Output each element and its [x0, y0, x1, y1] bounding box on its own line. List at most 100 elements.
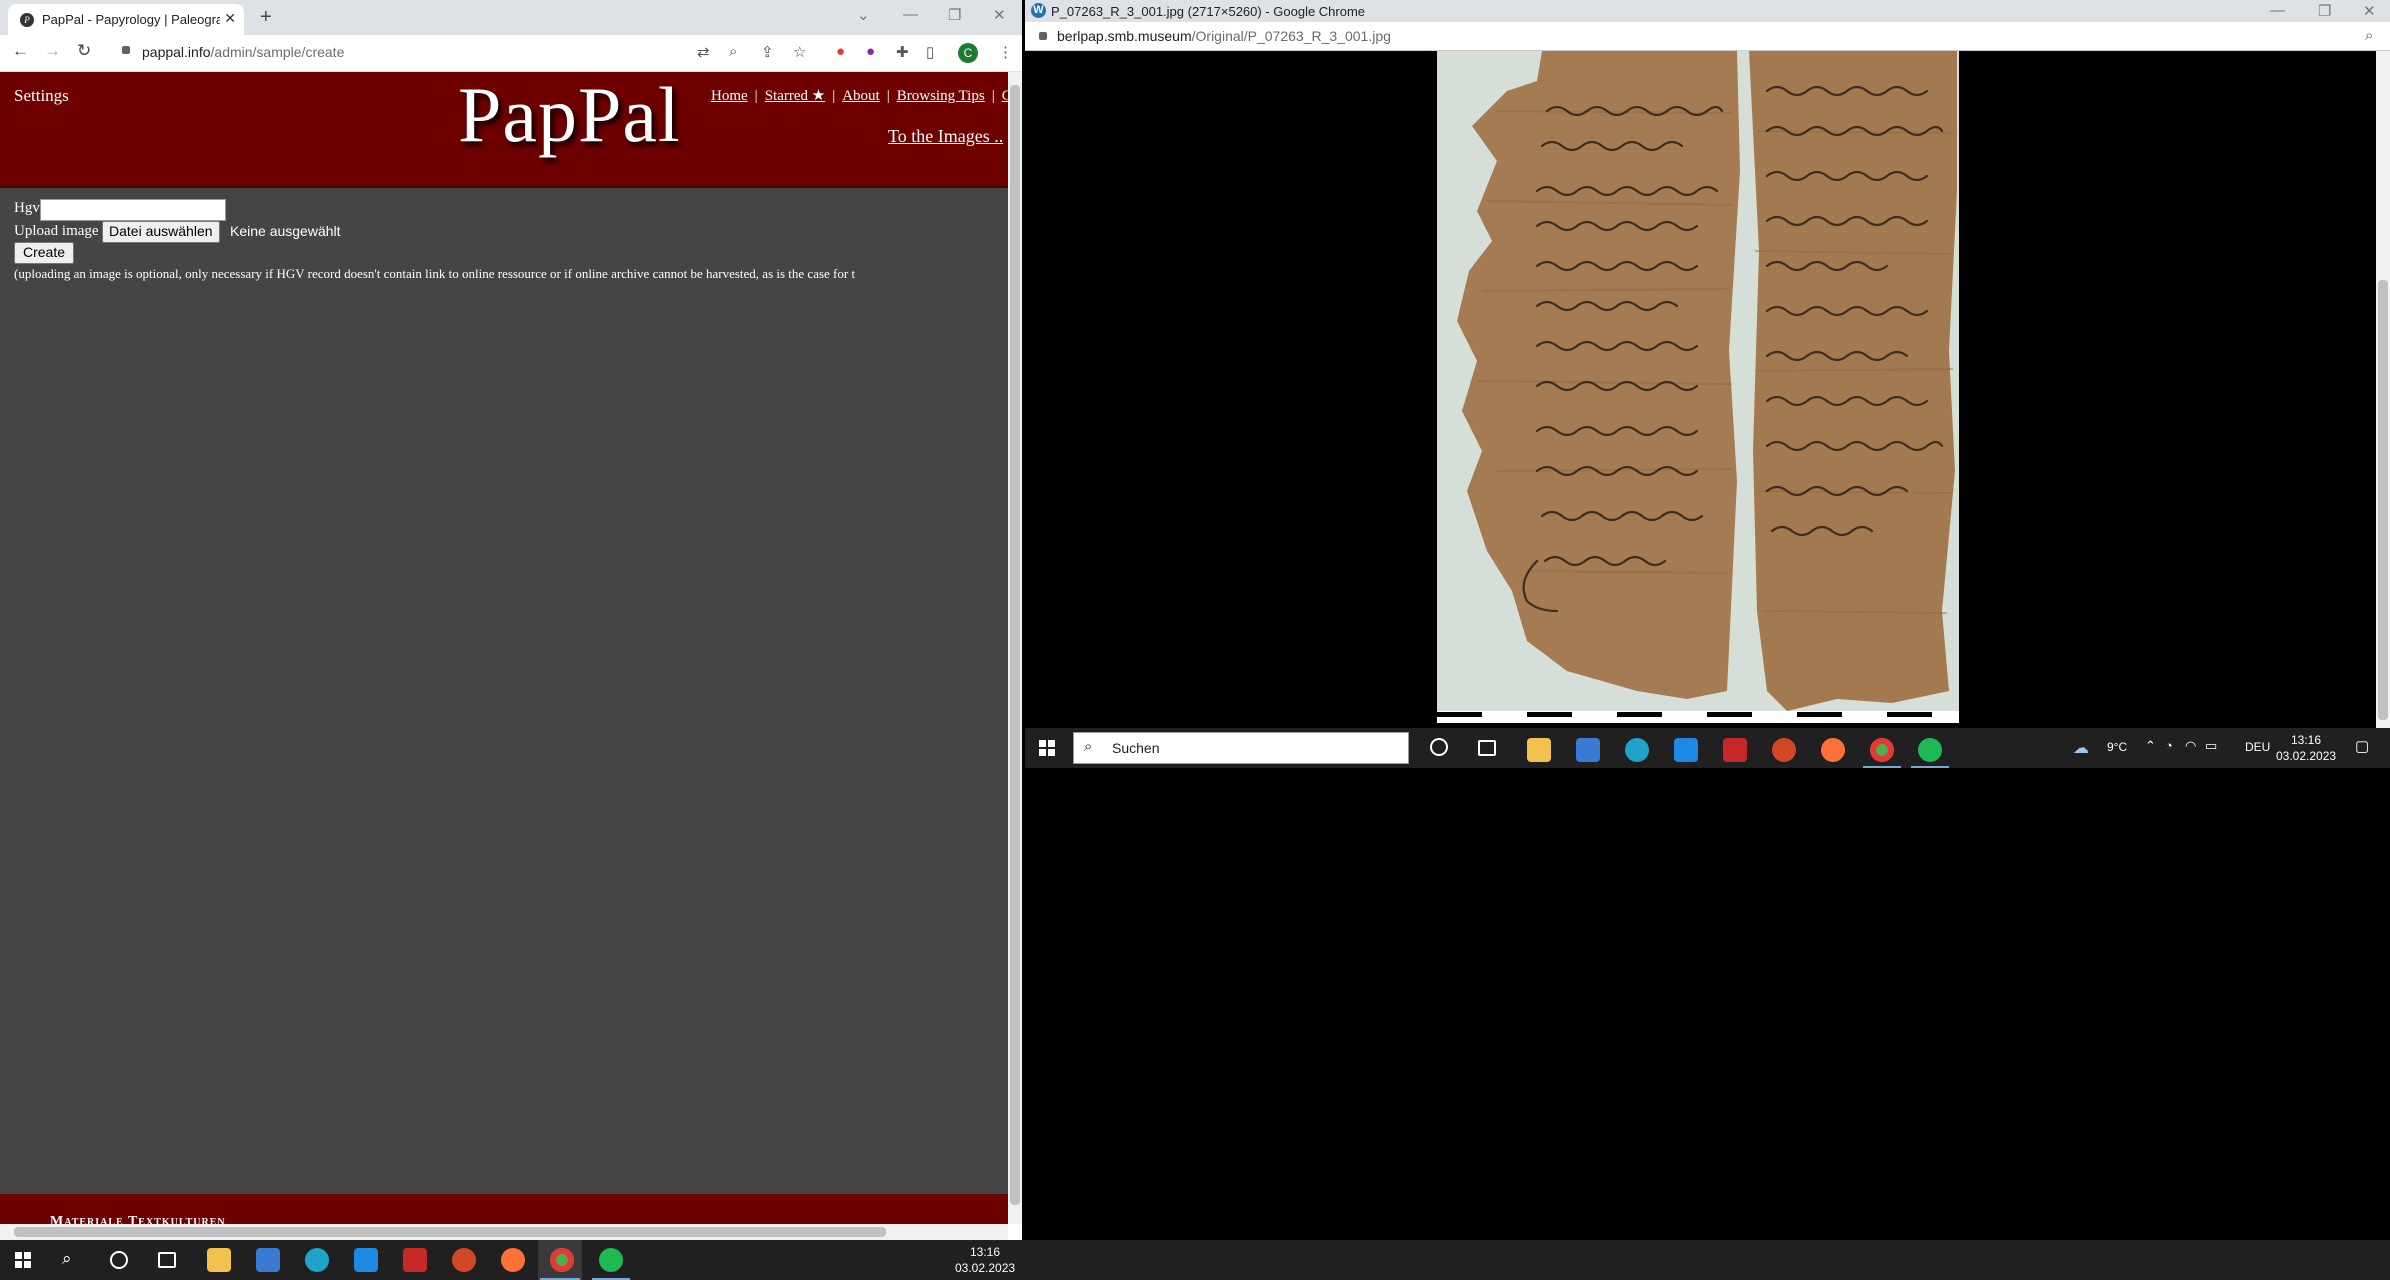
tab-search-icon[interactable]: ⌄	[857, 6, 870, 24]
zoom-icon[interactable]: ⌕	[729, 43, 737, 60]
url-host: berlpap.smb.museum	[1057, 28, 1192, 44]
chrome-icon[interactable]	[1870, 738, 1894, 762]
network-icon[interactable]: ◔	[2165, 738, 2173, 753]
cortana-icon[interactable]	[1430, 738, 1448, 756]
new-tab-icon[interactable]: +	[260, 6, 272, 29]
address-bar[interactable]: pappal.info/admin/sample/create	[142, 44, 344, 60]
pappal-page: Settings PapPal Home | Starred ★ | About | Bro…	[0, 72, 1008, 1240]
firefox-icon[interactable]	[1821, 738, 1845, 762]
store-icon[interactable]	[256, 1248, 280, 1272]
nav-separator: |	[832, 88, 836, 104]
clock-time: 13:16	[2290, 733, 2322, 747]
clock[interactable]: 13:16 03.02.2023	[955, 1244, 1015, 1276]
edge-icon[interactable]	[305, 1248, 329, 1272]
bookmark-star-icon[interactable]: ☆	[793, 43, 806, 61]
hgv-input[interactable]	[40, 199, 226, 221]
close-window-icon[interactable]: ✕	[2363, 2, 2376, 20]
taskbar-search[interactable]: ⌕ Suchen	[1073, 732, 1409, 764]
right-browser-window: W P_07263_R_3_001.jpg (2717×5260) - Goog…	[1025, 0, 2390, 768]
weather-temp[interactable]: 9°C	[2107, 740, 2127, 754]
acrobat-icon[interactable]	[403, 1248, 427, 1272]
settings-link[interactable]: Settings	[14, 86, 69, 106]
vertical-scrollbar-thumb[interactable]	[1010, 85, 1020, 1205]
extensions-puzzle-icon[interactable]: ✚	[896, 43, 909, 61]
papyrus-image[interactable]	[1437, 51, 1959, 723]
chrome-icon[interactable]	[550, 1248, 574, 1272]
acrobat-icon[interactable]	[1723, 738, 1747, 762]
horizontal-scrollbar-thumb[interactable]	[14, 1227, 886, 1237]
nav-separator: |	[754, 88, 758, 104]
taskbar: ⌕ 13:16 03.02.2023	[0, 1240, 2390, 1280]
weather-cloud-icon[interactable]: ☁	[2073, 738, 2089, 758]
scale-bar	[1437, 711, 1959, 723]
mail-icon[interactable]	[1674, 738, 1698, 762]
choose-file-button[interactable]: Datei auswählen	[102, 221, 220, 243]
clock-date: 03.02.2023	[2276, 749, 2337, 763]
battery-icon[interactable]: ▭	[2205, 738, 2217, 754]
search-icon[interactable]: ⌕	[62, 1249, 72, 1269]
tab-pappal[interactable]: P PapPal - Papyrology | Paleograph ✕	[8, 4, 244, 35]
zoom-icon[interactable]: ⌕	[2365, 27, 2373, 44]
nav-home[interactable]: Home	[711, 88, 748, 104]
tray-expand-icon[interactable]: ⌃	[2145, 738, 2156, 754]
pappal-favicon-icon: P	[20, 13, 34, 27]
right-vertical-scrollbar-thumb[interactable]	[2378, 280, 2388, 720]
firefox-icon[interactable]	[501, 1248, 525, 1272]
minimize-icon[interactable]: —	[2270, 2, 2285, 19]
language-indicator[interactable]: DEU	[2245, 740, 2270, 754]
clock-date: 03.02.2023	[955, 1261, 1016, 1275]
side-panel-icon[interactable]: ▯	[926, 43, 934, 61]
search-placeholder: Suchen	[1112, 740, 1160, 756]
windows-start-icon[interactable]	[15, 1252, 31, 1268]
nav-about[interactable]: About	[842, 88, 880, 104]
extension-red-icon[interactable]: ●	[836, 43, 845, 60]
task-view-icon[interactable]	[158, 1252, 176, 1268]
minimize-icon[interactable]: —	[903, 6, 918, 23]
wifi-icon[interactable]: ◠	[2185, 738, 2196, 754]
translate-icon[interactable]: ⇄	[697, 43, 710, 61]
lock-icon	[1039, 32, 1047, 40]
top-nav: Home | Starred ★ | About | Browsing Tips | C	[711, 86, 1008, 105]
reload-icon[interactable]: ↻	[77, 41, 91, 61]
spotify-icon[interactable]	[599, 1248, 623, 1272]
to-images-link[interactable]: To the Images ..	[888, 126, 1003, 147]
close-window-icon[interactable]: ✕	[993, 6, 1006, 24]
clock-time: 13:16	[969, 1245, 1001, 1259]
store-icon[interactable]	[1576, 738, 1600, 762]
powerpoint-icon[interactable]	[1772, 738, 1796, 762]
nav-separator: |	[991, 88, 995, 104]
clock[interactable]: 13:16 03.02.2023	[2276, 732, 2336, 764]
upload-image-label: Upload image	[14, 223, 99, 239]
right-address-bar[interactable]: berlpap.smb.museum/Original/P_07263_R_3_…	[1025, 22, 2390, 51]
left-browser-window: P PapPal - Papyrology | Paleograph ✕ + ⌄…	[0, 0, 1022, 1240]
extension-purple-icon[interactable]: ●	[866, 43, 875, 60]
nav-starred[interactable]: Starred ★	[765, 88, 826, 104]
profile-avatar[interactable]: C	[958, 43, 978, 63]
share-icon[interactable]: ⇪	[761, 43, 774, 61]
task-view-icon[interactable]	[1478, 740, 1496, 756]
cortana-icon[interactable]	[110, 1251, 128, 1269]
nav-browsing-tips[interactable]: Browsing Tips	[897, 88, 985, 104]
tab-title: PapPal - Papyrology | Paleograph	[42, 12, 220, 27]
spotify-icon[interactable]	[1918, 738, 1942, 762]
forward-icon[interactable]: →	[44, 41, 61, 61]
notification-icon[interactable]: ▢	[2355, 737, 2369, 755]
file-status: Keine ausgewählt	[230, 223, 341, 239]
restore-icon[interactable]: ❐	[948, 6, 961, 24]
restore-icon[interactable]: ❐	[2318, 2, 2331, 20]
create-button[interactable]: Create	[14, 242, 75, 264]
tab-close-icon[interactable]: ✕	[224, 10, 236, 27]
powerpoint-icon[interactable]	[452, 1248, 476, 1272]
file-explorer-icon[interactable]	[207, 1248, 231, 1272]
right-url[interactable]: berlpap.smb.museum/Original/P_07263_R_3_…	[1057, 28, 1391, 44]
back-icon[interactable]: ←	[12, 41, 29, 61]
mail-icon[interactable]	[354, 1248, 378, 1272]
site-logo[interactable]: PapPal	[458, 72, 681, 160]
file-explorer-icon[interactable]	[1527, 738, 1551, 762]
windows-start-icon[interactable]	[1039, 740, 1055, 756]
hgv-label: Hgv	[14, 200, 40, 216]
edge-icon[interactable]	[1625, 738, 1649, 762]
menu-kebab-icon[interactable]: ⋮	[998, 43, 1013, 61]
right-window-title: P_07263_R_3_001.jpg (2717×5260) - Google…	[1051, 4, 1366, 19]
lock-icon[interactable]	[122, 46, 130, 54]
